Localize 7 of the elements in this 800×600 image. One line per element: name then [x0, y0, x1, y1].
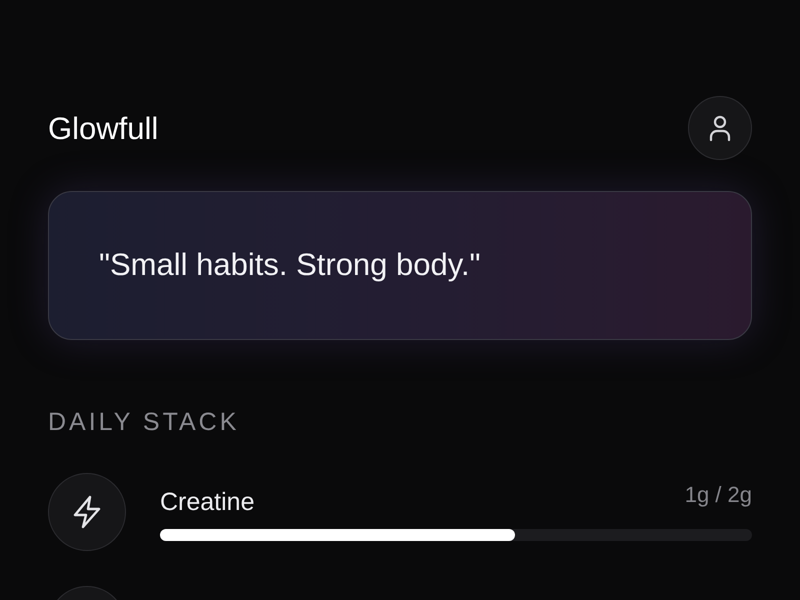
quote-text: "Small habits. Strong body." [99, 246, 481, 284]
lightning-bolt-icon [71, 495, 103, 529]
user-icon [708, 114, 732, 142]
app-title: Glowfull [48, 112, 158, 144]
section-heading: DAILY STACK [48, 410, 240, 435]
item-reading: 1g / 2g [684, 484, 752, 506]
item-name: Creatine [160, 490, 254, 514]
